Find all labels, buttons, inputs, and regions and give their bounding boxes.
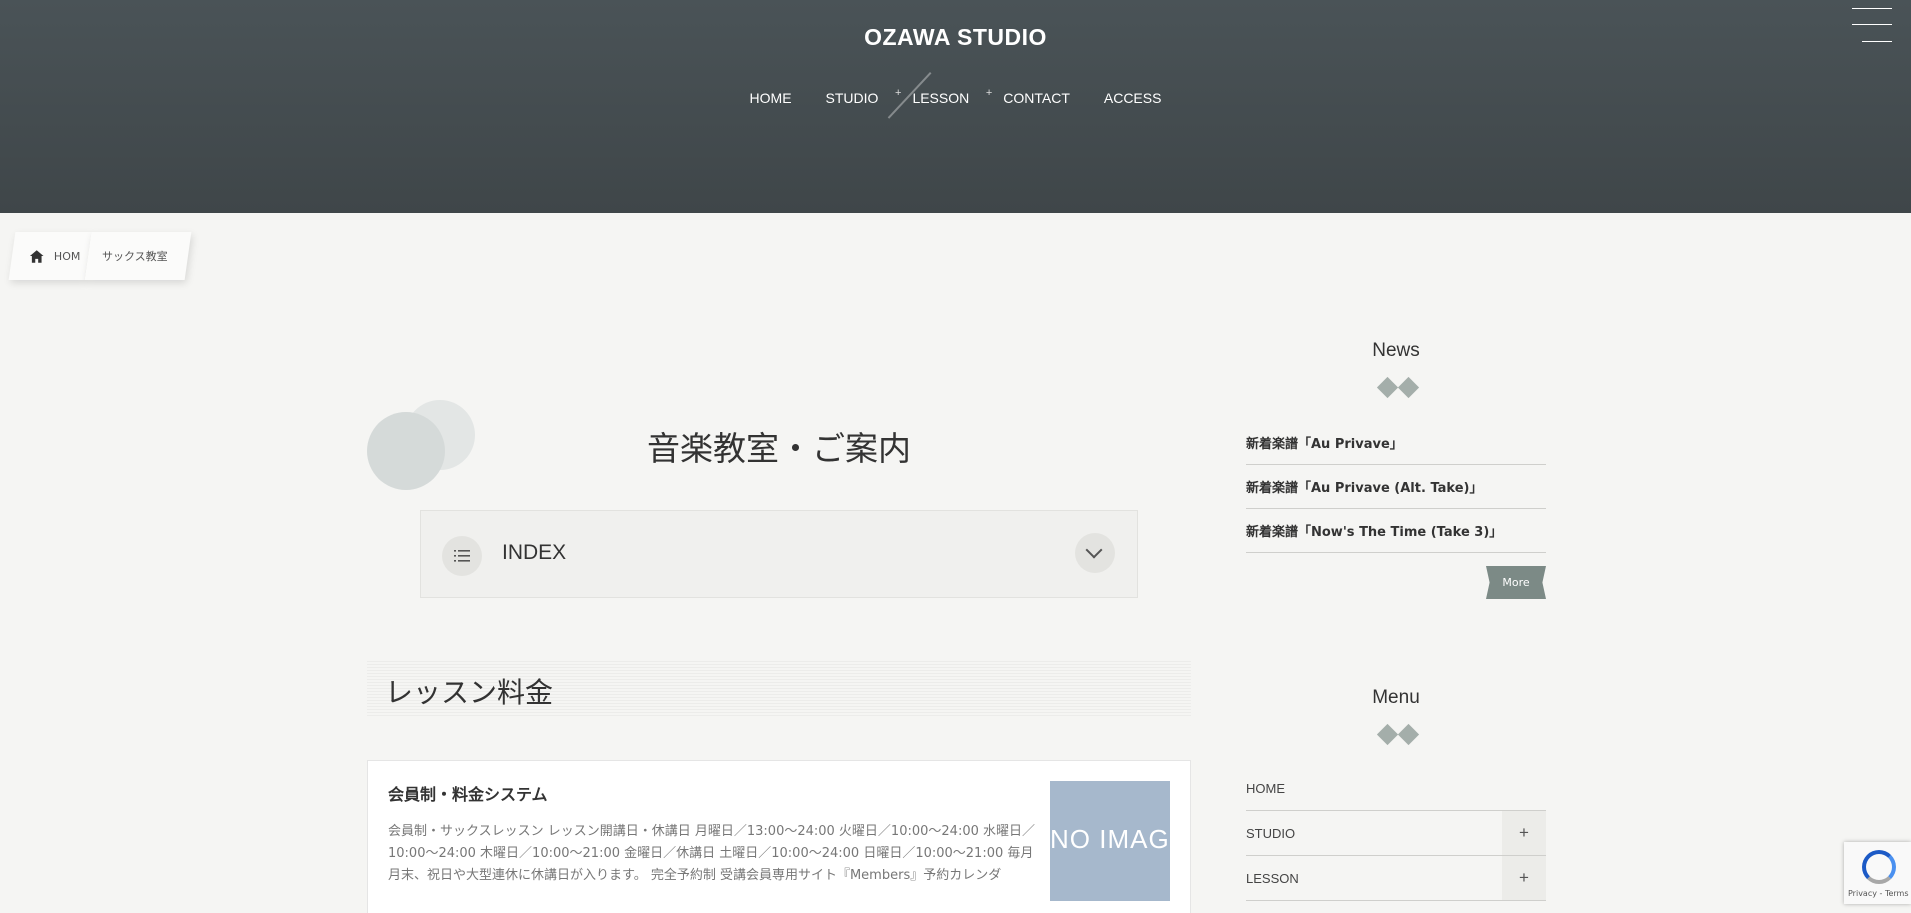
diamond-ornament-icon <box>1376 723 1420 746</box>
sidebar-item-lesson[interactable]: LESSON + <box>1246 856 1546 901</box>
expand-plus-icon[interactable]: + <box>1502 856 1546 900</box>
nav-lesson[interactable]: LESSON + <box>895 87 992 106</box>
nav-contact-label: CONTACT <box>1003 90 1070 106</box>
post-thumbnail[interactable]: NO IMAGE <box>1050 781 1170 901</box>
recaptcha-badge[interactable]: Privacy - Terms <box>1844 842 1911 904</box>
nav-contact[interactable]: CONTACT <box>986 90 1087 106</box>
table-of-contents-toggle[interactable]: INDEX <box>420 510 1138 598</box>
post-excerpt: 会員制・サックスレッスン レッスン開講日・休講日 月曜日／13:00〜24:00… <box>388 824 1035 883</box>
hamburger-menu-icon[interactable] <box>1852 8 1892 43</box>
section-heading-text: レッスン料金 <box>385 676 554 709</box>
home-icon <box>30 249 44 263</box>
menu-title: Menu <box>1372 687 1420 708</box>
breadcrumb-current-label: サックス教室 <box>102 250 168 263</box>
no-image-text: NO IMAGE <box>1050 824 1170 854</box>
nav-studio[interactable]: STUDIO + <box>809 87 902 106</box>
expand-plus-icon[interactable]: + <box>1502 811 1546 855</box>
site-title[interactable]: OZAWA STUDIO <box>0 24 1911 51</box>
sidebar-menu: HOME STUDIO + LESSON + <box>1246 766 1546 901</box>
breadcrumb-current: サックス教室 <box>84 232 192 280</box>
nav-access-label: ACCESS <box>1103 90 1162 106</box>
news-more-button[interactable]: More <box>1486 566 1546 599</box>
post-card[interactable]: 会員制・料金システム 会員制・サックスレッスン レッスン開講日・休講日 月曜日／… <box>367 760 1191 913</box>
breadcrumb-home-label: HOM <box>53 249 80 263</box>
recaptcha-icon <box>1862 850 1896 884</box>
news-item[interactable]: 新着楽譜「Au Privave」 <box>1246 421 1546 465</box>
site-header: OZAWA STUDIO HOME STUDIO + LESSON + CONTAC… <box>0 0 1911 213</box>
nav-home-label: HOME <box>749 90 792 106</box>
chevron-down-icon[interactable] <box>1075 533 1115 573</box>
index-label: INDEX <box>502 541 567 564</box>
page-title: 音楽教室・ご案内 <box>647 429 911 468</box>
breadcrumb: HOM サックス教室 <box>8 232 192 280</box>
section-heading: レッスン料金 <box>367 661 1191 717</box>
sidebar-item-studio[interactable]: STUDIO + <box>1246 811 1546 856</box>
main-nav: HOME STUDIO + LESSON + CONTACT ACCESS <box>0 87 1911 106</box>
nav-home[interactable]: HOME <box>733 90 809 106</box>
sidebar-item-label: STUDIO <box>1246 825 1296 841</box>
sidebar-item-label: LESSON <box>1246 870 1299 886</box>
news-item[interactable]: 新着楽譜「Now's The Time (Take 3)」 <box>1246 509 1546 553</box>
breadcrumb-home[interactable]: HOM <box>8 232 92 280</box>
news-item[interactable]: 新着楽譜「Au Privave (Alt. Take)」 <box>1246 465 1546 509</box>
nav-access[interactable]: ACCESS <box>1087 90 1179 106</box>
news-title: News <box>1372 340 1420 361</box>
nav-studio-label: STUDIO <box>825 90 879 106</box>
sidebar-item-home[interactable]: HOME <box>1246 766 1546 811</box>
nav-lesson-label: LESSON <box>912 90 970 106</box>
list-icon <box>442 536 482 576</box>
news-list: 新着楽譜「Au Privave」 新着楽譜「Au Privave (Alt. T… <box>1246 421 1546 553</box>
sidebar-item-label: HOME <box>1246 780 1285 796</box>
diamond-ornament-icon <box>1376 376 1420 399</box>
post-title[interactable]: 会員制・料金システム <box>388 781 548 805</box>
recaptcha-links[interactable]: Privacy - Terms <box>1848 889 1909 898</box>
